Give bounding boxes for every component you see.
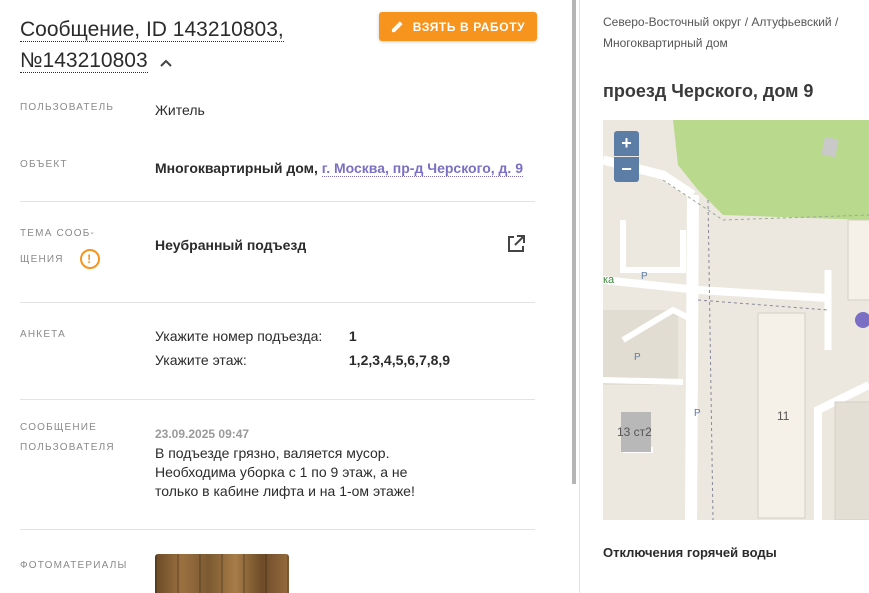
external-link-icon[interactable]: [506, 234, 526, 259]
topic-label-line1: ТЕМА СООБ-: [20, 228, 96, 239]
zoom-out-button[interactable]: −: [614, 157, 639, 182]
scrollbar[interactable]: [572, 0, 576, 484]
parking-icon: P: [634, 352, 641, 363]
survey-row: Укажите этаж: 1,2,3,4,5,6,7,8,9: [155, 352, 450, 368]
photo-thumbnail[interactable]: [155, 554, 289, 593]
title-line2: №143210803: [20, 49, 148, 73]
divider: [20, 399, 535, 400]
take-to-work-button[interactable]: ВЗЯТЬ В РАБОТУ: [379, 12, 537, 41]
map[interactable]: 11 13 ст2 ка P P P + −: [603, 120, 869, 520]
message-label: СООБЩЕНИЕ ПОЛЬЗОВАТЕЛЯ: [20, 422, 115, 453]
topic-label-line2: ЩЕНИЯ !: [20, 247, 100, 273]
address-title: проезд Черского, дом 9: [603, 81, 814, 101]
pencil-icon: [391, 21, 403, 33]
message-panel: Сообщение, ID 143210803, №143210803 ВЗЯТ…: [0, 0, 576, 593]
message-date: 23.09.2025 09:47: [155, 427, 250, 441]
map-canvas: 11 13 ст2 ка P P P: [603, 120, 869, 520]
survey-key: Укажите этаж:: [155, 352, 247, 368]
divider: [20, 529, 535, 530]
chevron-up-icon[interactable]: [159, 46, 173, 77]
map-label-13: 13 ст2: [617, 425, 652, 439]
object-value: Многоквартирный дом, г. Москва, пр-д Чер…: [155, 160, 523, 177]
hot-water-outages: Отключения горячей воды: [603, 545, 777, 560]
parking-icon: P: [641, 271, 648, 282]
message-text: В подъезде грязно, валяется мусор. Необх…: [155, 445, 415, 499]
photos-label: ФОТОМАТЕРИАЛЫ: [20, 560, 128, 571]
map-label-11: 11: [777, 409, 790, 423]
object-type: Многоквартирный дом,: [155, 160, 318, 176]
user-label: ПОЛЬЗОВАТЕЛЬ: [20, 102, 115, 113]
object-label: ОБЪЕКТ: [20, 159, 68, 170]
zoom-in-button[interactable]: +: [614, 131, 639, 156]
topic-value: Неубранный подъезд: [155, 237, 307, 253]
take-to-work-label: ВЗЯТЬ В РАБОТУ: [412, 19, 526, 34]
breadcrumb: Северо-Восточный округ / Алтуфьевский / …: [603, 15, 839, 50]
survey-row: Укажите номер подъезда: 1: [155, 328, 357, 344]
object-address-link[interactable]: г. Москва, пр-д Черского, д. 9: [321, 160, 523, 177]
page-title: Сообщение, ID 143210803, №143210803: [20, 14, 284, 77]
location-panel: Северо-Восточный округ / Алтуфьевский / …: [580, 0, 869, 593]
warning-icon: !: [79, 249, 100, 270]
parking-icon: P: [694, 408, 701, 419]
user-value: Житель: [155, 102, 205, 118]
survey-value: 1: [348, 328, 357, 344]
map-label-ka: ка: [603, 274, 615, 286]
title-line1: Сообщение, ID 143210803,: [20, 18, 284, 42]
survey-key: Укажите номер подъезда:: [155, 328, 323, 344]
survey-value: 1,2,3,4,5,6,7,8,9: [348, 352, 451, 368]
divider: [20, 201, 535, 202]
divider: [20, 302, 535, 303]
survey-label: АНКЕТА: [20, 329, 67, 340]
